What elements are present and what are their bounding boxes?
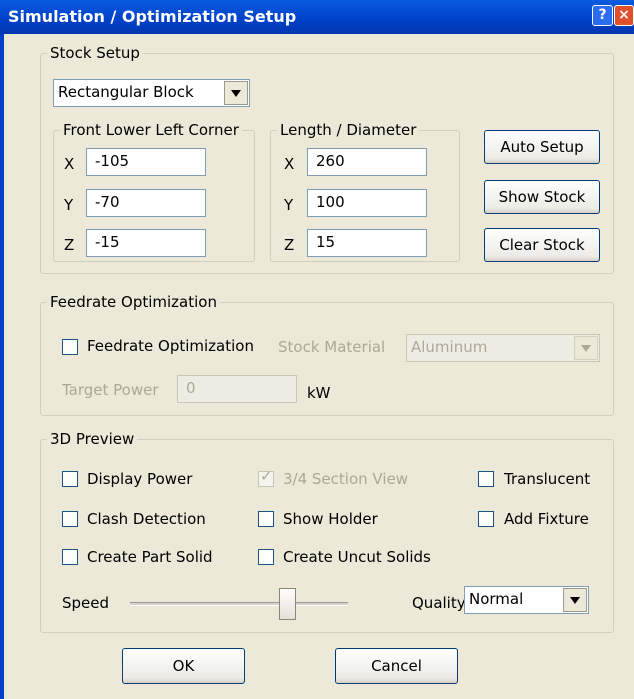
- stock-type-select[interactable]: Rectangular Block: [53, 79, 250, 107]
- add-fixture-label[interactable]: Add Fixture: [504, 510, 589, 528]
- clash-detection-label[interactable]: Clash Detection: [87, 510, 206, 528]
- length-z-label: Z: [284, 236, 295, 254]
- corner-legend: Front Lower Left Corner: [63, 121, 239, 139]
- create-part-solid-label[interactable]: Create Part Solid: [87, 548, 213, 566]
- chevron-down-icon[interactable]: [224, 81, 248, 105]
- length-y-label: Y: [284, 196, 294, 214]
- feedrate-legend: Feedrate Optimization: [50, 293, 217, 311]
- auto-setup-button[interactable]: Auto Setup: [484, 130, 600, 164]
- add-fixture-checkbox[interactable]: [478, 511, 494, 527]
- create-uncut-solids-label[interactable]: Create Uncut Solids: [283, 548, 431, 566]
- stock-setup-legend: Stock Setup: [50, 44, 140, 62]
- stock-material-value: Aluminum: [411, 338, 488, 356]
- clash-detection-checkbox[interactable]: [62, 511, 78, 527]
- create-part-solid-checkbox[interactable]: [62, 549, 78, 565]
- speed-label: Speed: [62, 594, 110, 612]
- section-view-checkbox[interactable]: ✓: [258, 467, 274, 487]
- ok-button[interactable]: OK: [122, 648, 245, 684]
- length-legend: Length / Diameter: [280, 121, 417, 139]
- title-bar: Simulation / Optimization Setup ? ×: [0, 0, 634, 34]
- corner-y-label: Y: [64, 196, 74, 214]
- display-power-label[interactable]: Display Power: [87, 470, 192, 488]
- show-stock-button[interactable]: Show Stock: [484, 180, 600, 214]
- help-button[interactable]: ?: [592, 5, 613, 26]
- stock-type-value: Rectangular Block: [58, 83, 194, 101]
- show-holder-label[interactable]: Show Holder: [283, 510, 378, 528]
- translucent-label[interactable]: Translucent: [504, 470, 590, 488]
- speed-slider-thumb[interactable]: [278, 588, 296, 620]
- stock-material-select[interactable]: Aluminum: [406, 334, 600, 362]
- show-holder-checkbox[interactable]: [258, 511, 274, 527]
- window-title: Simulation / Optimization Setup: [8, 7, 297, 26]
- quality-label: Quality: [412, 594, 466, 612]
- length-x-input[interactable]: 260: [307, 148, 427, 176]
- quality-select[interactable]: Normal: [464, 586, 589, 614]
- translucent-checkbox[interactable]: [478, 471, 494, 487]
- feedrate-optimization-checkbox[interactable]: [62, 339, 78, 355]
- create-uncut-solids-checkbox[interactable]: [258, 549, 274, 565]
- target-power-unit: kW: [307, 384, 331, 402]
- clear-stock-button[interactable]: Clear Stock: [484, 228, 600, 262]
- length-z-input[interactable]: 15: [307, 229, 427, 257]
- display-power-checkbox[interactable]: [62, 471, 78, 487]
- length-y-input[interactable]: 100: [307, 189, 427, 217]
- corner-z-label: Z: [64, 236, 75, 254]
- length-x-label: X: [284, 155, 295, 173]
- cancel-button[interactable]: Cancel: [335, 648, 458, 684]
- corner-x-input[interactable]: -105: [86, 148, 206, 176]
- feedrate-optimization-label[interactable]: Feedrate Optimization: [87, 337, 254, 355]
- quality-value: Normal: [469, 590, 524, 608]
- speed-slider-track[interactable]: [130, 602, 348, 606]
- 3d-preview-legend: 3D Preview: [50, 430, 135, 448]
- corner-z-input[interactable]: -15: [86, 229, 206, 257]
- close-button[interactable]: ×: [614, 5, 634, 26]
- checkmark-icon: ✓: [260, 467, 273, 485]
- corner-x-label: X: [64, 155, 75, 173]
- stock-material-label: Stock Material: [278, 338, 386, 356]
- target-power-input[interactable]: 0: [177, 375, 297, 403]
- corner-y-input[interactable]: -70: [86, 189, 206, 217]
- target-power-label: Target Power: [62, 381, 159, 399]
- section-view-label[interactable]: 3/4 Section View: [283, 470, 408, 488]
- chevron-down-icon[interactable]: [563, 588, 587, 612]
- chevron-down-icon[interactable]: [574, 336, 598, 360]
